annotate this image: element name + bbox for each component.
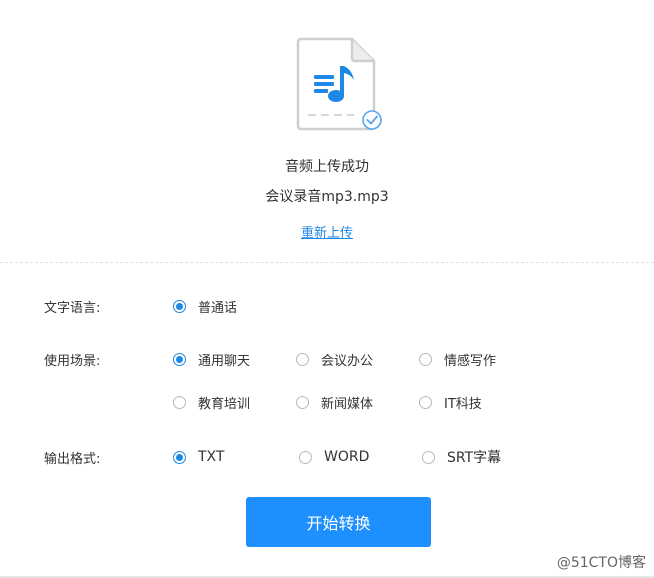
- radio-label: 情感写作: [444, 353, 497, 369]
- scene-option-chat[interactable]: 通用聊天: [173, 349, 250, 369]
- radio-label: SRT字幕: [447, 450, 502, 466]
- radio-unchecked-icon[interactable]: [173, 395, 186, 409]
- radio-label: 普通话: [198, 300, 238, 316]
- format-option-srt[interactable]: SRT字幕: [422, 447, 501, 467]
- scene-option-education[interactable]: 教育培训: [173, 392, 250, 412]
- upload-result-panel: 音频上传成功 会议录音mp3.mp3 重新上传: [0, 0, 654, 263]
- radio-unchecked-icon[interactable]: [296, 352, 309, 366]
- radio-checked-icon[interactable]: [173, 299, 186, 313]
- uploaded-filename: 会议录音mp3.mp3: [265, 189, 389, 205]
- upload-status-text: 音频上传成功: [285, 159, 369, 175]
- check-circle-icon: [362, 110, 382, 130]
- watermark-text: @51CTO博客: [556, 555, 646, 571]
- radio-unchecked-icon[interactable]: [422, 450, 435, 464]
- scene-option-writing[interactable]: 情感写作: [419, 349, 496, 369]
- scene-option-it[interactable]: IT科技: [419, 392, 482, 412]
- language-option-mandarin[interactable]: 普通话: [173, 296, 237, 316]
- start-convert-button[interactable]: 开始转换: [246, 497, 431, 547]
- radio-unchecked-icon[interactable]: [299, 450, 312, 464]
- format-option-word[interactable]: WORD: [299, 447, 369, 467]
- page: 音频上传成功 会议录音mp3.mp3 重新上传 文字语言: 普通话 使用场景: …: [0, 0, 654, 578]
- radio-label: 会议办公: [321, 353, 374, 369]
- radio-label: 教育培训: [198, 396, 251, 412]
- radio-label: IT科技: [444, 396, 482, 412]
- scene-label: 使用场景:: [44, 354, 101, 369]
- scene-option-news[interactable]: 新闻媒体: [296, 392, 373, 412]
- radio-label: 新闻媒体: [321, 396, 374, 412]
- scene-option-meeting[interactable]: 会议办公: [296, 349, 373, 369]
- radio-unchecked-icon[interactable]: [419, 395, 432, 409]
- radio-label: 通用聊天: [198, 353, 251, 369]
- reupload-row: 重新上传: [0, 222, 654, 241]
- format-option-txt[interactable]: TXT: [173, 447, 224, 467]
- radio-checked-icon[interactable]: [173, 352, 186, 366]
- format-label: 输出格式:: [44, 452, 101, 467]
- audio-file-icon: [296, 37, 382, 131]
- radio-label: WORD: [324, 449, 370, 465]
- language-label: 文字语言:: [44, 301, 101, 316]
- radio-label: TXT: [198, 449, 225, 465]
- radio-unchecked-icon[interactable]: [296, 395, 309, 409]
- radio-checked-icon[interactable]: [173, 450, 186, 464]
- reupload-link[interactable]: 重新上传: [301, 226, 353, 241]
- radio-unchecked-icon[interactable]: [419, 352, 432, 366]
